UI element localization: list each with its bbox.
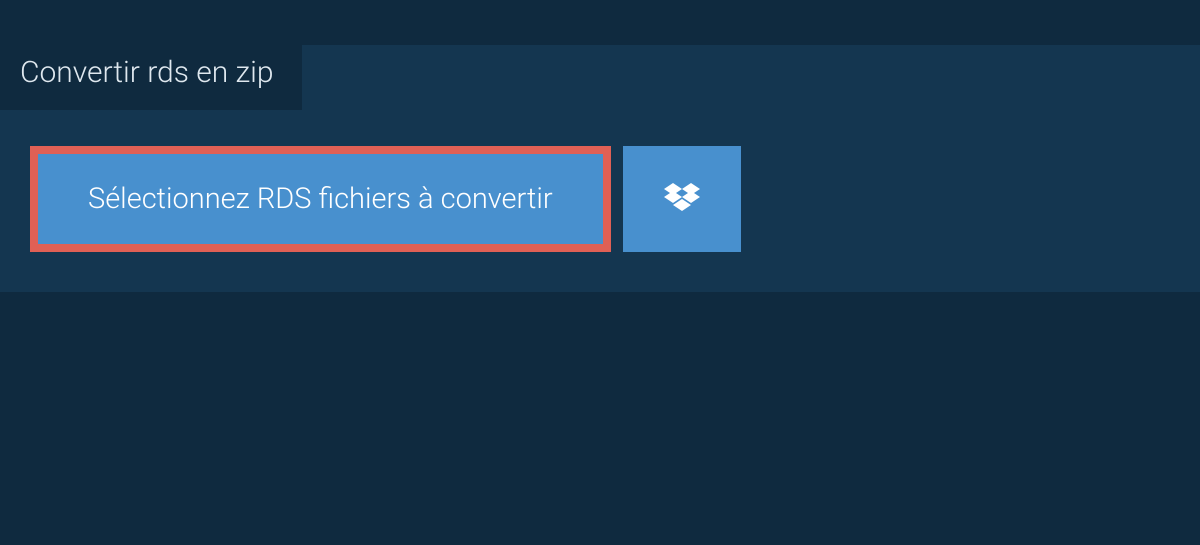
converter-panel: Convertir rds en zip Sélectionnez RDS fi… [0, 45, 1200, 292]
page-title-tab: Convertir rds en zip [0, 37, 302, 110]
select-files-button[interactable]: Sélectionnez RDS fichiers à convertir [30, 146, 611, 252]
page-title: Convertir rds en zip [20, 55, 274, 90]
action-row: Sélectionnez RDS fichiers à convertir [30, 146, 1200, 252]
select-files-label: Sélectionnez RDS fichiers à convertir [88, 182, 553, 216]
dropbox-button[interactable] [623, 146, 741, 252]
dropbox-icon [664, 183, 700, 215]
